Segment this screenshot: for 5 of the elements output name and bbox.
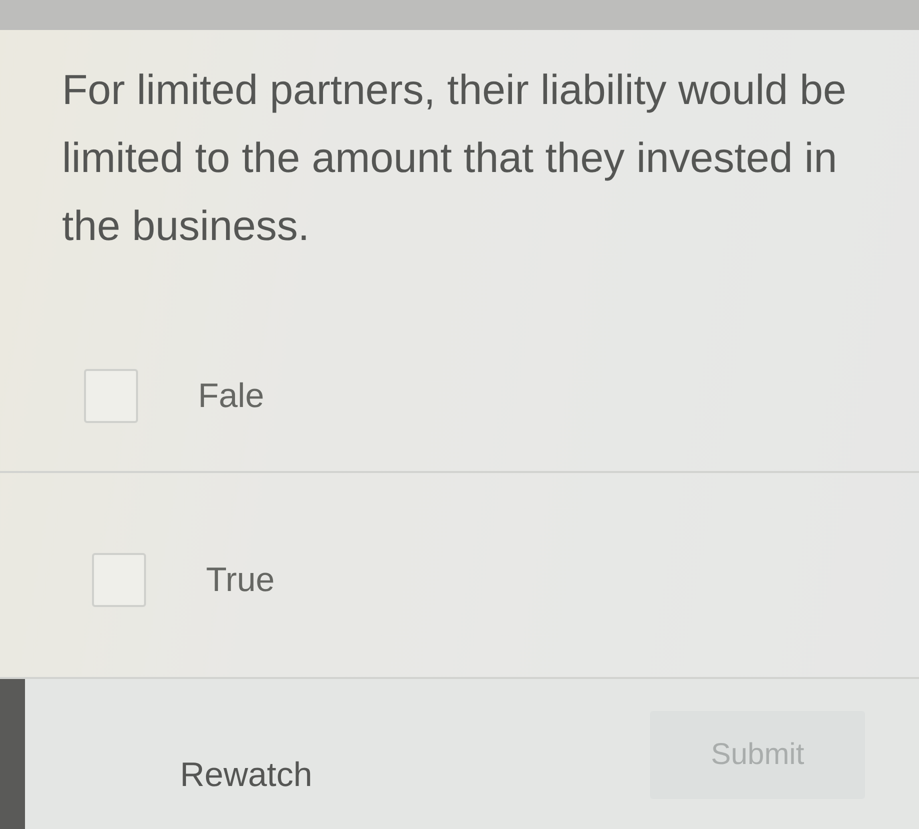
answer-option[interactable]: Fale (0, 322, 919, 473)
checkbox[interactable] (84, 369, 138, 423)
rewatch-button[interactable]: Rewatch (180, 756, 312, 795)
question-text: For limited partners, their liability would be limited to the amount that they invested in the business. (61, 65, 848, 251)
checkbox[interactable] (92, 553, 146, 607)
